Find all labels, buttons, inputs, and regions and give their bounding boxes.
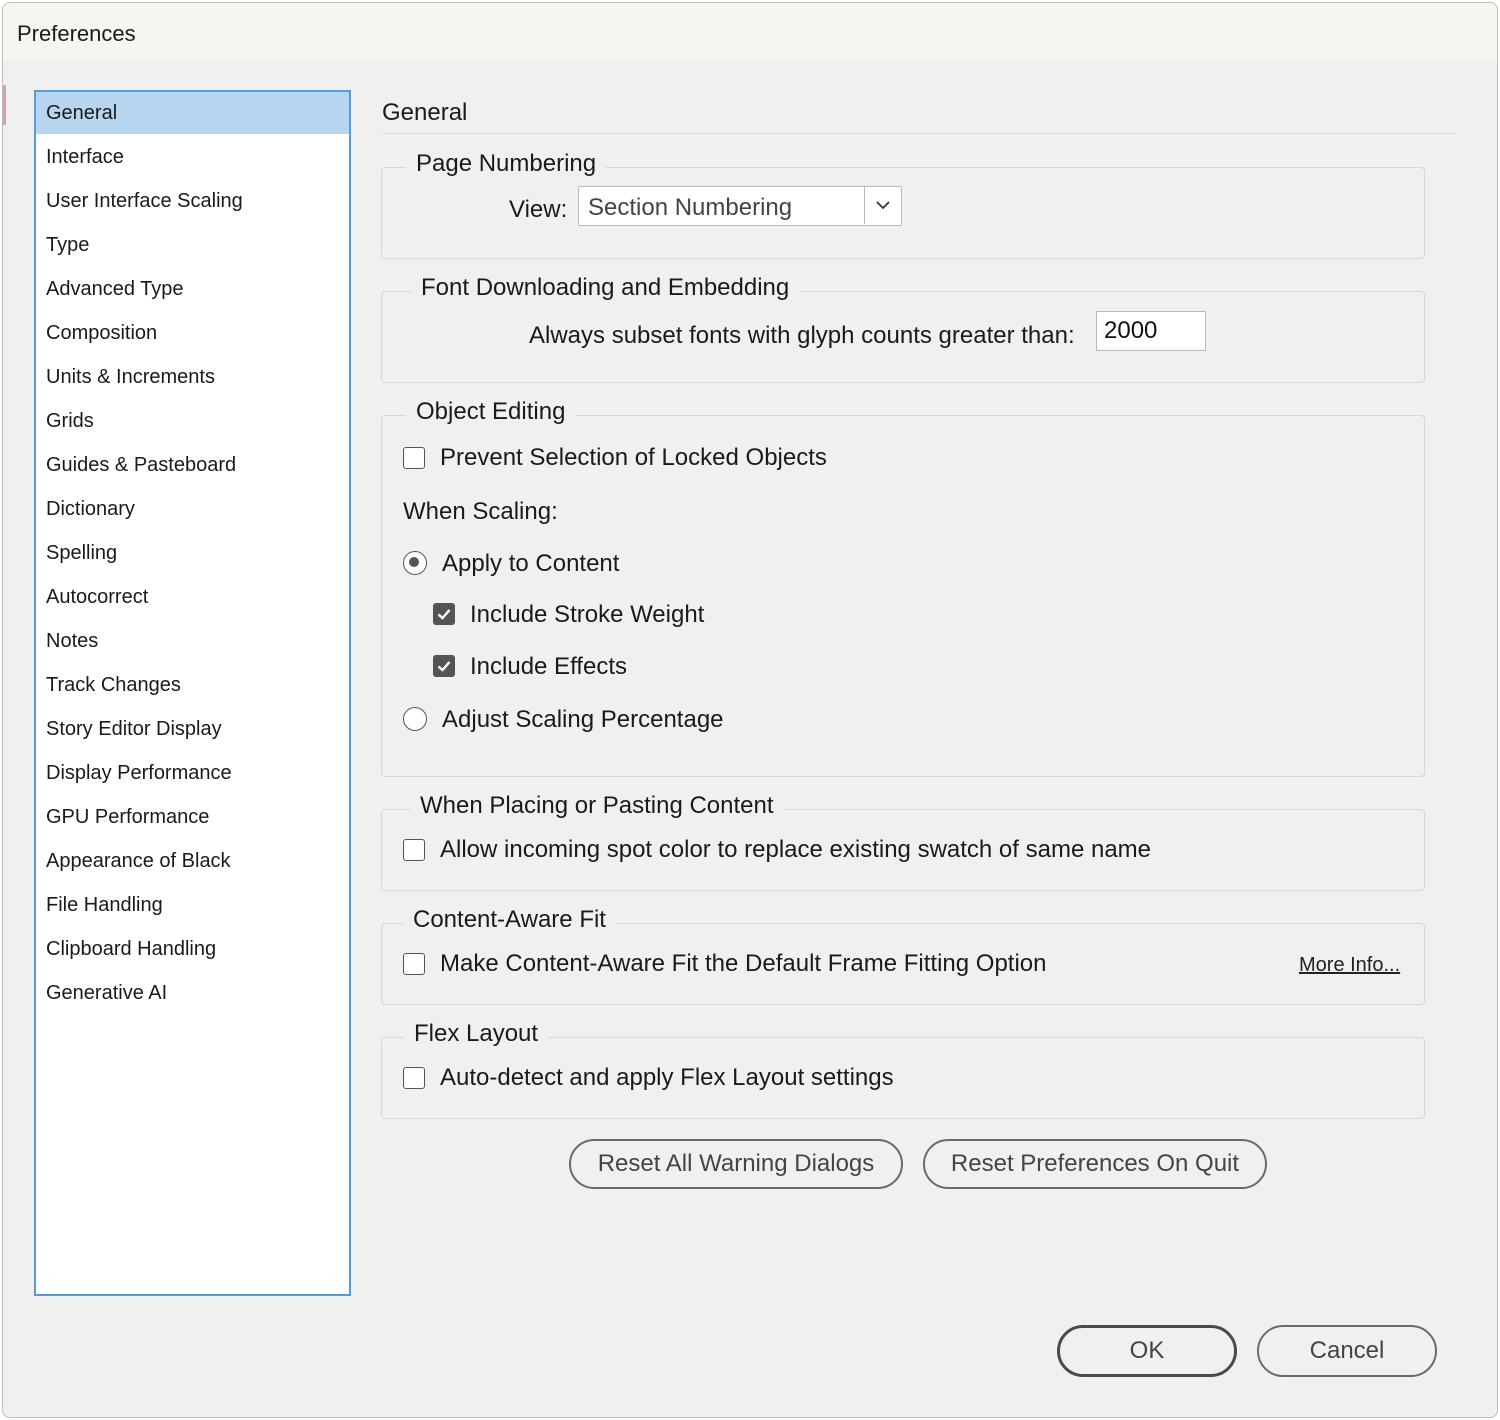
sidebar-item-label: Composition	[46, 322, 158, 344]
flex-layout-checkbox[interactable]	[403, 1067, 425, 1089]
allow-spot-color-label: Allow incoming spot color to replace exi…	[440, 836, 1151, 863]
sidebar-item-label: Advanced Type	[46, 278, 184, 300]
allow-spot-color-checkbox[interactable]	[403, 839, 425, 861]
cancel-button[interactable]: Cancel	[1257, 1325, 1437, 1377]
window-edge-accent	[3, 85, 6, 125]
include-stroke-weight-checkbox[interactable]	[433, 603, 455, 625]
sidebar-item-label: Generative AI	[46, 982, 168, 1004]
font-downloading-group: Font Downloading and Embedding Always su…	[381, 274, 1425, 383]
subset-fonts-label: Always subset fonts with glyph counts gr…	[529, 322, 1075, 349]
include-effects-checkbox[interactable]	[433, 655, 455, 677]
heading-divider	[382, 133, 1456, 134]
sidebar-item-generative-ai[interactable]: Generative AI	[36, 972, 349, 1014]
sidebar-item-label: Interface	[46, 146, 124, 168]
reset-preferences-button[interactable]: Reset Preferences On Quit	[923, 1139, 1267, 1189]
sidebar-item-notes[interactable]: Notes	[36, 620, 349, 662]
sidebar-item-label: Grids	[46, 410, 94, 432]
content-aware-fit-checkbox[interactable]	[403, 953, 425, 975]
flex-layout-legend: Flex Layout	[404, 1020, 549, 1048]
sidebar-item-label: File Handling	[46, 894, 163, 916]
sidebar-item-label: Track Changes	[46, 674, 181, 696]
sidebar-item-guides-pasteboard[interactable]: Guides & Pasteboard	[36, 444, 349, 486]
sidebar-item-label: Spelling	[46, 542, 118, 564]
sidebar-item-display-performance[interactable]: Display Performance	[36, 752, 349, 794]
sidebar-item-clipboard-handling[interactable]: Clipboard Handling	[36, 928, 349, 970]
page-numbering-legend: Page Numbering	[406, 150, 607, 178]
checkmark-icon	[437, 661, 451, 672]
prevent-selection-checkbox[interactable]	[403, 447, 425, 469]
glyph-count-input[interactable]	[1096, 311, 1206, 351]
sidebar-item-label: User Interface Scaling	[46, 190, 243, 212]
reset-warning-dialogs-button[interactable]: Reset All Warning Dialogs	[569, 1139, 903, 1189]
include-effects-label: Include Effects	[470, 653, 627, 680]
sidebar-item-advanced-type[interactable]: Advanced Type	[36, 268, 349, 310]
sidebar-item-label: Notes	[46, 630, 99, 652]
sidebar-item-story-editor-display[interactable]: Story Editor Display	[36, 708, 349, 750]
sidebar-item-track-changes[interactable]: Track Changes	[36, 664, 349, 706]
title-bar: Preferences	[3, 3, 1497, 61]
sidebar-item-label: Story Editor Display	[46, 718, 222, 740]
apply-to-content-label: Apply to Content	[442, 550, 620, 577]
sidebar-item-appearance-of-black[interactable]: Appearance of Black	[36, 840, 349, 882]
sidebar-item-label: General	[46, 102, 118, 124]
view-label: View:	[509, 196, 568, 223]
sidebar-item-composition[interactable]: Composition	[36, 312, 349, 354]
sidebar-item-label: Display Performance	[46, 762, 232, 784]
prevent-selection-label: Prevent Selection of Locked Objects	[440, 444, 827, 471]
adjust-scaling-label: Adjust Scaling Percentage	[442, 706, 724, 733]
view-select-value: Section Numbering	[588, 194, 793, 221]
object-editing-group: Object Editing Prevent Selection of Lock…	[381, 398, 1425, 777]
sidebar-item-general[interactable]: General	[36, 92, 349, 134]
window-title: Preferences	[17, 21, 136, 46]
content-aware-fit-label: Make Content-Aware Fit the Default Frame…	[440, 950, 1047, 977]
sidebar-item-interface[interactable]: Interface	[36, 136, 349, 178]
sidebar-item-type[interactable]: Type	[36, 224, 349, 266]
page-numbering-view-select[interactable]: Section Numbering	[578, 186, 902, 226]
sidebar-item-gpu-performance[interactable]: GPU Performance	[36, 796, 349, 838]
preferences-category-list[interactable]: General Interface User Interface Scaling…	[34, 90, 351, 1296]
sidebar-item-dictionary[interactable]: Dictionary	[36, 488, 349, 530]
flex-layout-group: Flex Layout Auto-detect and apply Flex L…	[381, 1020, 1425, 1119]
sidebar-item-label: Units & Increments	[46, 366, 215, 388]
chevron-down-icon[interactable]	[864, 187, 901, 224]
sidebar-item-label: Guides & Pasteboard	[46, 454, 237, 476]
sidebar-item-label: Autocorrect	[46, 586, 149, 608]
sidebar-item-spelling[interactable]: Spelling	[36, 532, 349, 574]
sidebar-item-user-interface-scaling[interactable]: User Interface Scaling	[36, 180, 349, 222]
sidebar-item-label: Appearance of Black	[46, 850, 231, 872]
placing-pasting-group: When Placing or Pasting Content Allow in…	[381, 792, 1425, 891]
sidebar-item-label: Clipboard Handling	[46, 938, 217, 960]
sidebar-item-file-handling[interactable]: File Handling	[36, 884, 349, 926]
sidebar-item-grids[interactable]: Grids	[36, 400, 349, 442]
page-numbering-group: Page Numbering View: Section Numbering	[381, 150, 1425, 259]
sidebar-item-label: Dictionary	[46, 498, 135, 520]
content-aware-fit-group: Content-Aware Fit Make Content-Aware Fit…	[381, 906, 1425, 1005]
adjust-scaling-radio[interactable]	[403, 707, 427, 731]
checkmark-icon	[437, 609, 451, 620]
apply-to-content-radio[interactable]	[403, 551, 427, 575]
object-editing-legend: Object Editing	[406, 398, 576, 426]
sidebar-item-label: GPU Performance	[46, 806, 210, 828]
flex-layout-label: Auto-detect and apply Flex Layout settin…	[440, 1064, 894, 1091]
sidebar-item-autocorrect[interactable]: Autocorrect	[36, 576, 349, 618]
ok-button[interactable]: OK	[1057, 1325, 1237, 1377]
sidebar-item-units-increments[interactable]: Units & Increments	[36, 356, 349, 398]
placing-pasting-legend: When Placing or Pasting Content	[410, 792, 784, 820]
when-scaling-label: When Scaling:	[403, 498, 558, 525]
section-heading: General	[382, 99, 468, 126]
preferences-dialog: Preferences General Interface User Inter…	[2, 2, 1498, 1418]
content-aware-fit-legend: Content-Aware Fit	[403, 906, 616, 934]
include-stroke-weight-label: Include Stroke Weight	[470, 601, 705, 628]
font-downloading-legend: Font Downloading and Embedding	[411, 274, 800, 302]
sidebar-item-label: Type	[46, 234, 90, 256]
more-info-link[interactable]: More Info...	[1299, 954, 1400, 977]
